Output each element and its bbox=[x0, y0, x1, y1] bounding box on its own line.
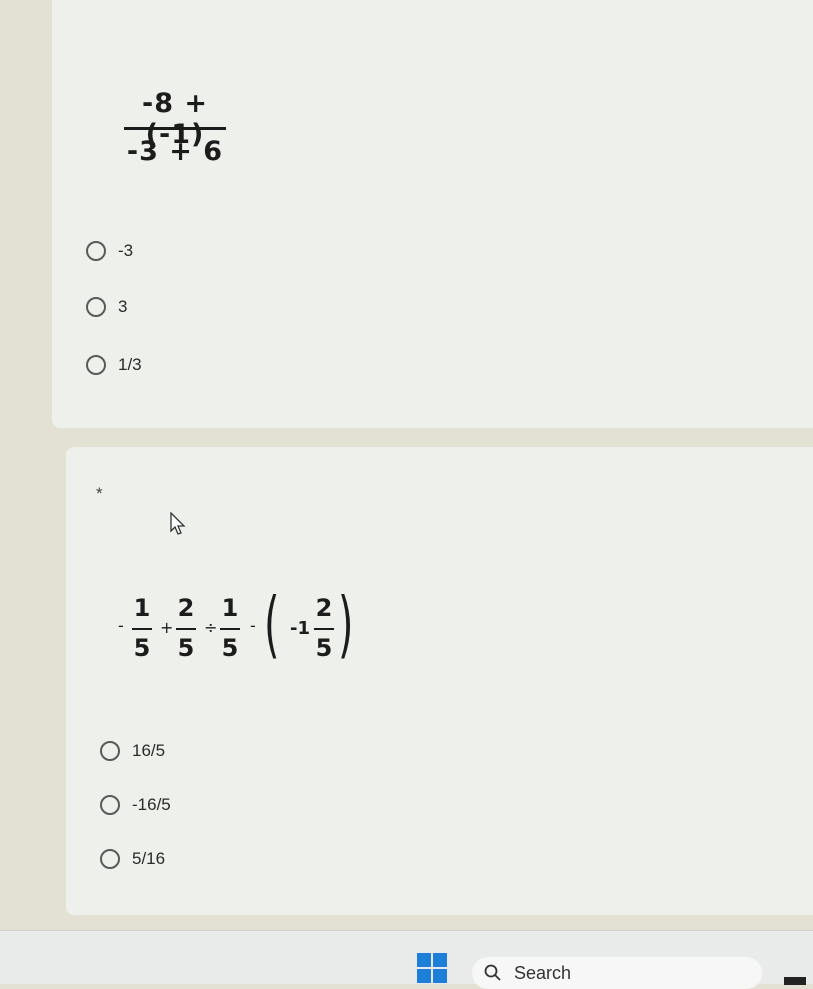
windows-start-icon[interactable] bbox=[417, 953, 447, 983]
option-q2-a[interactable]: 16/5 bbox=[100, 736, 165, 766]
fraction-bar bbox=[132, 628, 152, 630]
plus-sign: + bbox=[160, 618, 174, 637]
fraction-bar bbox=[220, 628, 240, 630]
option-label: 3 bbox=[118, 297, 128, 316]
fraction-numerator: 1 bbox=[133, 594, 151, 622]
radio-button[interactable] bbox=[100, 795, 120, 815]
system-tray-icon[interactable] bbox=[784, 977, 806, 985]
fraction-bar bbox=[124, 127, 226, 130]
minus-sign: - bbox=[250, 616, 256, 635]
fraction-numerator: 2 bbox=[315, 594, 333, 622]
fraction-denominator: 5 bbox=[177, 634, 195, 662]
fraction-bar bbox=[314, 628, 334, 630]
question-2-expression: - 1 5 + 2 5 ÷ 1 5 - ( -1 2 5 ) bbox=[118, 588, 368, 688]
option-q2-b[interactable]: -16/5 bbox=[100, 790, 171, 820]
close-parenthesis: ) bbox=[338, 582, 354, 666]
radio-button[interactable] bbox=[86, 241, 106, 261]
fraction-denominator: 5 bbox=[221, 634, 239, 662]
taskbar-search-box[interactable]: Search bbox=[472, 957, 762, 989]
search-label: Search bbox=[514, 962, 572, 983]
required-asterisk: * bbox=[96, 484, 103, 503]
fraction-numerator: 2 bbox=[177, 594, 195, 622]
option-label: -16/5 bbox=[132, 795, 171, 814]
search-icon bbox=[484, 964, 501, 981]
option-q1-b[interactable]: 3 bbox=[86, 292, 127, 322]
option-q1-a[interactable]: -3 bbox=[86, 236, 133, 266]
taskbar: Search bbox=[0, 930, 813, 989]
question-card-1 bbox=[52, 0, 813, 428]
fraction-numerator: 1 bbox=[221, 594, 239, 622]
radio-button[interactable] bbox=[100, 849, 120, 869]
radio-button[interactable] bbox=[86, 355, 106, 375]
option-q1-c[interactable]: 1/3 bbox=[86, 350, 142, 380]
option-label: 1/3 bbox=[118, 355, 142, 374]
radio-button[interactable] bbox=[86, 297, 106, 317]
open-parenthesis: ( bbox=[264, 582, 280, 666]
whole-number: -1 bbox=[290, 618, 310, 639]
option-label: 5/16 bbox=[132, 849, 166, 868]
fraction-denominator: -3 + 6 bbox=[126, 136, 224, 167]
fraction-denominator: 5 bbox=[133, 634, 151, 662]
option-q2-c[interactable]: 5/16 bbox=[100, 844, 165, 874]
fraction-denominator: 5 bbox=[315, 634, 333, 662]
question-1-expression: -8 + (-1) -3 + 6 bbox=[122, 84, 232, 184]
fraction-bar bbox=[176, 628, 196, 630]
radio-button[interactable] bbox=[100, 741, 120, 761]
minus-sign: - bbox=[118, 616, 124, 635]
option-label: -3 bbox=[118, 241, 134, 260]
mouse-cursor-icon bbox=[170, 512, 186, 535]
division-sign: ÷ bbox=[204, 618, 218, 637]
option-label: 16/5 bbox=[132, 741, 166, 760]
